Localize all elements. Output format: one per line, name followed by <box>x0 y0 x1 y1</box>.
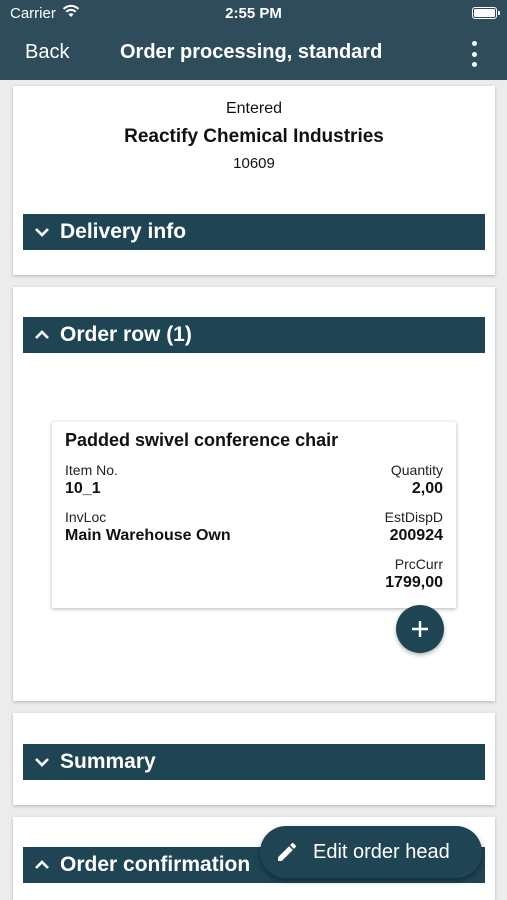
customer-name: Reactify Chemical Industries <box>124 126 384 147</box>
order-row-card: Order row (1) Padded swivel conference c… <box>13 287 495 701</box>
item-no-value: 10_1 <box>65 480 101 497</box>
navigation-bar: Back Order processing, standard <box>0 28 507 80</box>
order-row-header[interactable]: Order row (1) <box>23 317 485 353</box>
prccurr-label: PrcCurr <box>394 556 443 572</box>
status-bar: Carrier 2:55 PM <box>0 0 507 28</box>
estdisp-label: EstDispD <box>384 509 443 525</box>
edit-order-head-button[interactable]: Edit order head <box>260 826 482 878</box>
order-confirmation-label: Order confirmation <box>60 853 251 876</box>
summary-label: Summary <box>60 750 156 773</box>
invloc-field: InvLoc Main Warehouse Own <box>65 509 231 545</box>
chevron-up-icon <box>35 860 49 869</box>
summary-card: Summary <box>13 713 495 805</box>
estdisp-value: 200924 <box>389 527 443 544</box>
pencil-icon <box>278 842 297 861</box>
order-number: 10609 <box>233 155 275 172</box>
edit-order-head-label: Edit order head <box>313 840 450 863</box>
prccurr-field: PrcCurr 1799,00 <box>385 556 443 592</box>
summary-header[interactable]: Summary <box>23 744 485 780</box>
delivery-info-label: Delivery info <box>60 220 187 243</box>
invloc-value: Main Warehouse Own <box>65 527 231 544</box>
plus-icon <box>412 621 428 637</box>
order-status: Entered <box>225 100 283 117</box>
estdisp-field: EstDispD 200924 <box>385 509 443 545</box>
chevron-up-icon <box>35 330 49 339</box>
clock: 2:55 PM <box>225 5 282 22</box>
more-vertical-icon[interactable] <box>469 41 479 67</box>
page-title: Order processing, standard <box>120 41 383 63</box>
chevron-down-icon <box>35 758 49 767</box>
order-row-label: Order row (1) <box>60 323 192 346</box>
quantity-label: Quantity <box>390 462 443 478</box>
item-name: Padded swivel conference chair <box>65 430 339 450</box>
invloc-label: InvLoc <box>65 509 107 525</box>
item-no-label: Item No. <box>65 462 118 478</box>
order-row-item[interactable]: Padded swivel conference chair Item No. … <box>52 422 456 608</box>
battery-icon <box>472 7 500 19</box>
quantity-value: 2,00 <box>411 480 443 497</box>
prccurr-value: 1799,00 <box>385 574 443 591</box>
order-head-card: Entered Reactify Chemical Industries 106… <box>13 86 495 275</box>
quantity-field: Quantity 2,00 <box>391 462 443 498</box>
chevron-down-icon <box>35 228 49 237</box>
item-no-field: Item No. 10_1 <box>65 462 118 498</box>
add-row-button[interactable] <box>396 605 444 653</box>
delivery-info-header[interactable]: Delivery info <box>23 214 485 250</box>
back-button[interactable]: Back <box>25 41 69 64</box>
